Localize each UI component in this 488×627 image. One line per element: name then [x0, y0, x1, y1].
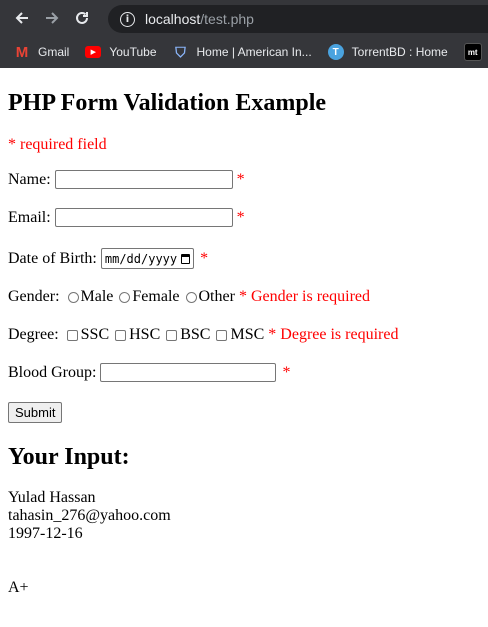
- degree-row: Degree: SSC HSC BSC MSC * Degree is requ…: [8, 326, 398, 344]
- bookmarks-bar: M Gmail ▶ YouTube ⛉ Home | American In..…: [0, 36, 488, 68]
- submit-row: Submit: [8, 402, 63, 423]
- output-dob: 1997-12-16: [8, 525, 83, 542]
- gender-label: Gender:: [8, 288, 60, 305]
- gender-male-radio[interactable]: [67, 291, 79, 303]
- blood-row: Blood Group: *: [8, 363, 290, 382]
- navigation-bar: i localhost/test.php: [0, 0, 488, 36]
- name-required-star: *: [236, 170, 245, 188]
- gender-other-label: Other: [198, 288, 235, 305]
- dob-input[interactable]: mm/dd/yyyy: [100, 248, 195, 269]
- shield-icon: ⛉: [175, 43, 186, 60]
- degree-msc-checkbox[interactable]: [216, 329, 228, 341]
- name-label: Name:: [8, 170, 51, 188]
- email-row: Email: *: [8, 208, 245, 227]
- mt-icon: mt: [463, 43, 482, 61]
- dob-required-star: *: [200, 249, 209, 267]
- degree-ssc-label: SSC: [80, 326, 110, 343]
- address-bar[interactable]: i localhost/test.php: [108, 5, 488, 33]
- degree-bsc-label: BSC: [180, 326, 211, 343]
- calendar-icon[interactable]: [181, 253, 191, 264]
- email-required-star: *: [236, 208, 245, 226]
- info-icon[interactable]: i: [120, 11, 135, 27]
- output-email: tahasin_276@yahoo.com: [8, 507, 171, 524]
- output-heading: Your Input:: [8, 444, 130, 470]
- degree-hsc-label: HSC: [129, 326, 161, 343]
- gender-male-label: Male: [80, 288, 114, 305]
- name-input[interactable]: [54, 170, 233, 189]
- degree-error: * Degree is required: [268, 326, 399, 343]
- blood-required-star: *: [282, 363, 291, 381]
- youtube-icon: ▶: [85, 46, 102, 58]
- bookmark-mt[interactable]: mt M: [463, 43, 488, 61]
- gender-female-label: Female: [132, 288, 180, 305]
- torrentbd-icon: T: [327, 44, 344, 60]
- gender-error: * Gender is required: [238, 288, 370, 305]
- email-input[interactable]: [54, 208, 233, 227]
- gmail-icon: M: [15, 43, 29, 61]
- email-label: Email:: [8, 208, 51, 226]
- degree-label: Degree:: [8, 326, 59, 343]
- output-name: Yulad Hassan: [8, 489, 96, 506]
- name-row: Name: *: [8, 170, 245, 189]
- url-text: localhost/test.php: [145, 11, 254, 27]
- output-blood: A+: [8, 579, 29, 596]
- degree-msc-label: MSC: [230, 326, 265, 343]
- blood-input[interactable]: [100, 363, 277, 382]
- gender-other-radio[interactable]: [185, 291, 197, 303]
- degree-bsc-checkbox[interactable]: [166, 329, 178, 341]
- browser-chrome: i localhost/test.php M Gmail ▶ YouTube ⛉…: [0, 0, 488, 68]
- back-icon[interactable]: [10, 6, 34, 30]
- dob-row: Date of Birth: mm/dd/yyyy *: [8, 248, 208, 269]
- forward-icon[interactable]: [40, 6, 64, 30]
- required-note: * required field: [8, 136, 107, 153]
- bookmark-torrentbd[interactable]: T TorrentBD : Home: [327, 44, 448, 60]
- gender-row: Gender: Male Female Other * Gender is re…: [8, 288, 370, 306]
- degree-ssc-checkbox[interactable]: [66, 329, 78, 341]
- page-title: PHP Form Validation Example: [8, 90, 327, 116]
- bookmark-american[interactable]: ⛉ Home | American In...: [173, 43, 311, 60]
- blood-label: Blood Group:: [8, 363, 97, 381]
- gender-female-radio[interactable]: [119, 291, 131, 303]
- submit-button[interactable]: Submit: [8, 402, 63, 423]
- degree-hsc-checkbox[interactable]: [115, 329, 127, 341]
- bookmark-youtube[interactable]: ▶ YouTube: [85, 45, 157, 59]
- dob-label: Date of Birth:: [8, 249, 97, 267]
- reload-icon[interactable]: [70, 6, 94, 30]
- bookmark-gmail[interactable]: M Gmail: [14, 43, 70, 61]
